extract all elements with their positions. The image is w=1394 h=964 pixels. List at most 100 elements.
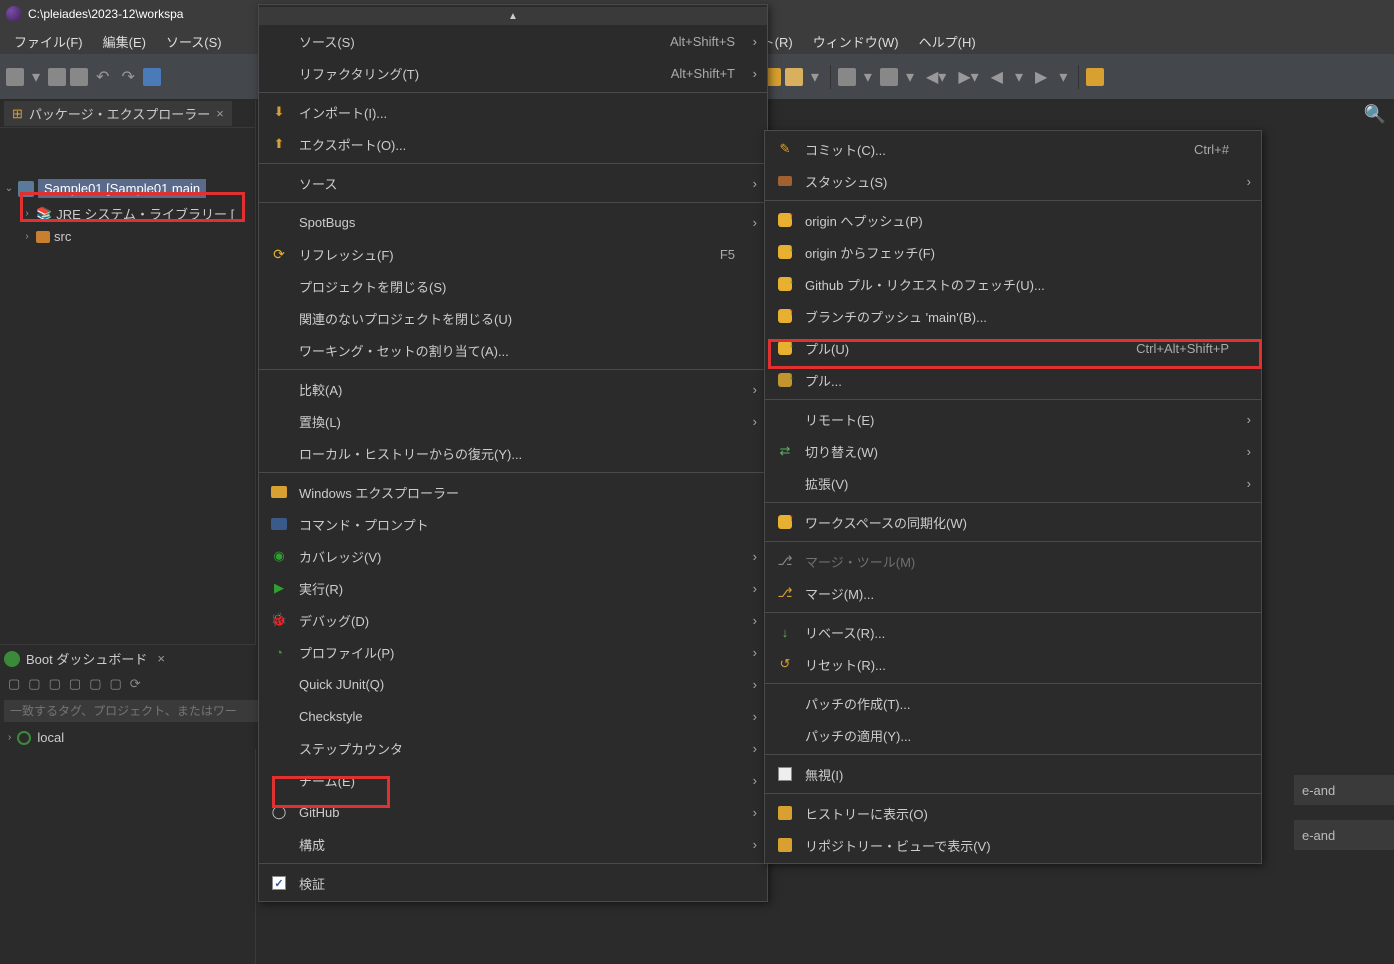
menu-separator xyxy=(765,541,1261,542)
context-menu-item[interactable]: 置換(L)› xyxy=(259,405,767,437)
new-icon[interactable] xyxy=(6,68,24,86)
eclipse-icon xyxy=(6,6,22,22)
fwd2-icon[interactable]: ▶ xyxy=(1031,67,1051,87)
team-submenu-item[interactable]: スタッシュ(S)› xyxy=(765,165,1261,197)
tool-icon[interactable]: ▢ xyxy=(69,676,81,692)
team-submenu-item[interactable]: パッチの適用(Y)... xyxy=(765,719,1261,751)
blank-icon xyxy=(269,738,289,758)
context-menu-item[interactable]: リファクタリング(T)Alt+Shift+T› xyxy=(259,57,767,89)
team-submenu-item[interactable]: ↓リベース(R)... xyxy=(765,616,1261,648)
team-submenu-item[interactable]: ⎇マージ(M)... xyxy=(765,577,1261,609)
context-menu-item[interactable]: Checkstyle› xyxy=(259,700,767,732)
redo-icon[interactable]: ↷ xyxy=(117,67,138,87)
tab-package-explorer[interactable]: ⊞ パッケージ・エクスプローラー × xyxy=(4,101,232,126)
tool-icon[interactable]: ▢ xyxy=(49,676,61,692)
team-submenu-item[interactable]: origin からフェッチ(F) xyxy=(765,236,1261,268)
back-icon[interactable]: ◀▾ xyxy=(922,67,950,87)
context-menu-item[interactable]: 関連のないプロジェクトを閉じる(U) xyxy=(259,302,767,334)
context-menu-item[interactable]: ◉カバレッジ(V)› xyxy=(259,540,767,572)
context-menu-item[interactable]: ⬆エクスポート(O)... xyxy=(259,128,767,160)
team-submenu-item[interactable]: ワークスペースの同期化(W) xyxy=(765,506,1261,538)
team-submenu-item[interactable]: リモート(E)› xyxy=(765,403,1261,435)
context-menu-item[interactable]: SpotBugs› xyxy=(259,206,767,238)
context-menu-item[interactable]: Windows エクスプローラー xyxy=(259,476,767,508)
team-submenu-item[interactable]: ヒストリーに表示(O) xyxy=(765,797,1261,829)
tool-icon[interactable]: ▢ xyxy=(8,676,20,692)
close-icon[interactable]: × xyxy=(157,651,165,666)
dd4-icon[interactable]: ▾ xyxy=(902,67,918,87)
menu-separator xyxy=(259,472,767,473)
context-menu-item[interactable]: コマンド・プロンプト xyxy=(259,508,767,540)
team-submenu-item[interactable]: ✎コミット(C)...Ctrl+# xyxy=(765,133,1261,165)
context-menu-item[interactable]: ⟳リフレッシュ(F)F5 xyxy=(259,238,767,270)
nav1-icon[interactable] xyxy=(838,68,856,86)
context-menu-item[interactable]: ソース› xyxy=(259,167,767,199)
team-submenu-item[interactable]: ↺リセット(R)... xyxy=(765,648,1261,680)
brush-icon[interactable] xyxy=(785,68,803,86)
tool-icon[interactable] xyxy=(143,68,161,86)
dd5-icon[interactable]: ▾ xyxy=(1011,67,1027,87)
context-menu-item[interactable]: 比較(A)› xyxy=(259,373,767,405)
tool-icon[interactable]: ⟳ xyxy=(130,676,141,692)
tree-jre[interactable]: › 📚 JRE システム・ライブラリー [ xyxy=(0,201,255,226)
boot-filter-input[interactable] xyxy=(4,700,260,722)
team-submenu-item[interactable]: プル... xyxy=(765,364,1261,396)
twisty-icon[interactable]: › xyxy=(22,208,32,219)
menu-scroll-up[interactable]: ▲ xyxy=(259,7,767,25)
team-submenu-item[interactable]: 無視(I) xyxy=(765,758,1261,790)
twisty-icon[interactable]: › xyxy=(22,231,32,242)
menu-separator xyxy=(765,683,1261,684)
back2-icon[interactable]: ◀ xyxy=(987,67,1007,87)
tab-boot-dashboard[interactable]: Boot ダッシュボード × xyxy=(0,645,256,672)
menu-help[interactable]: ヘルプ(H) xyxy=(909,28,986,55)
context-menu-item[interactable]: ◯GitHub› xyxy=(259,796,767,828)
search-icon[interactable]: 🔍 xyxy=(1364,104,1386,125)
context-menu-item[interactable]: ▶実行(R)› xyxy=(259,572,767,604)
undo-icon[interactable]: ↶ xyxy=(92,67,113,87)
context-menu-item[interactable]: ◔プロファイル(P)› xyxy=(259,636,767,668)
fwd-icon[interactable]: ▶▾ xyxy=(954,67,982,87)
tool-icon[interactable]: ▢ xyxy=(28,676,40,692)
context-menu-item[interactable]: Quick JUnit(Q)› xyxy=(259,668,767,700)
save-all-icon[interactable] xyxy=(70,68,88,86)
tree-project[interactable]: ⌄ Sample01 [Sample01 main xyxy=(0,176,255,201)
tool-icon[interactable]: ▢ xyxy=(109,676,121,692)
context-menu-item[interactable]: ワーキング・セットの割り当て(A)... xyxy=(259,334,767,366)
context-menu-item[interactable]: チーム(E)› xyxy=(259,764,767,796)
context-menu-item[interactable]: プロジェクトを閉じる(S) xyxy=(259,270,767,302)
team-submenu-item[interactable]: Github プル・リクエストのフェッチ(U)... xyxy=(765,268,1261,300)
nav2-icon[interactable] xyxy=(880,68,898,86)
team-submenu-item[interactable]: プル(U)Ctrl+Alt+Shift+P xyxy=(765,332,1261,364)
context-menu-item[interactable]: ⬇インポート(I)... xyxy=(259,96,767,128)
tree-src[interactable]: › src xyxy=(0,226,255,247)
menu-window[interactable]: ウィンドウ(W) xyxy=(803,28,909,55)
open-folder-icon[interactable] xyxy=(1086,68,1104,86)
context-menu-item[interactable]: ✓検証 xyxy=(259,867,767,899)
repo-icon xyxy=(775,835,795,855)
close-icon[interactable]: × xyxy=(216,106,224,121)
menu-file[interactable]: ファイル(F) xyxy=(4,28,93,55)
menu-item-label: 関連のないプロジェクトを閉じる(U) xyxy=(299,309,735,328)
dd6-icon[interactable]: ▾ xyxy=(1055,67,1071,87)
team-submenu-item[interactable]: パッチの作成(T)... xyxy=(765,687,1261,719)
team-submenu-item[interactable]: ブランチのプッシュ 'main'(B)... xyxy=(765,300,1261,332)
context-menu-item[interactable]: ローカル・ヒストリーからの復元(Y)... xyxy=(259,437,767,469)
context-menu-item[interactable]: 🐞デバッグ(D)› xyxy=(259,604,767,636)
menu-edit[interactable]: 編集(E) xyxy=(93,28,156,55)
menu-source[interactable]: ソース(S) xyxy=(156,28,232,55)
dd2-icon[interactable]: ▾ xyxy=(807,67,823,87)
twisty-icon[interactable]: › xyxy=(8,732,11,743)
tool-icon[interactable]: ▢ xyxy=(89,676,101,692)
boot-local-row[interactable]: › local xyxy=(0,726,256,749)
context-menu-item[interactable]: ソース(S)Alt+Shift+S› xyxy=(259,25,767,57)
team-submenu-item[interactable]: ⇄切り替え(W)› xyxy=(765,435,1261,467)
team-submenu-item[interactable]: 拡張(V)› xyxy=(765,467,1261,499)
dropdown-icon[interactable]: ▾ xyxy=(28,67,44,87)
twisty-icon[interactable]: ⌄ xyxy=(4,183,14,194)
context-menu-item[interactable]: ステップカウンタ› xyxy=(259,732,767,764)
team-submenu-item[interactable]: リポジトリー・ビューで表示(V) xyxy=(765,829,1261,861)
dd3-icon[interactable]: ▾ xyxy=(860,67,876,87)
save-icon[interactable] xyxy=(48,68,66,86)
team-submenu-item[interactable]: origin へプッシュ(P) xyxy=(765,204,1261,236)
context-menu-item[interactable]: 構成› xyxy=(259,828,767,860)
